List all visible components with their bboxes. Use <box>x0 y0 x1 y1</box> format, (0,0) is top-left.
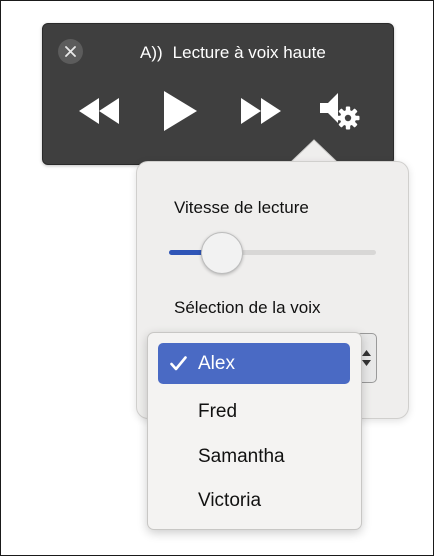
play-button[interactable] <box>158 88 202 134</box>
chevron-up-icon <box>362 350 371 356</box>
voice-settings-button[interactable] <box>315 87 365 135</box>
voice-option-label: Victoria <box>198 489 262 511</box>
fast-forward-icon <box>241 98 281 124</box>
speed-label: Vitesse de lecture <box>174 198 309 217</box>
voice-option-alex[interactable]: Alex <box>158 343 350 384</box>
voice-option-label: Samantha <box>198 445 285 467</box>
speaker-settings-icon <box>320 93 360 130</box>
checkmark-icon <box>158 356 198 371</box>
voice-option-samantha[interactable]: Samantha <box>158 436 350 477</box>
slider-thumb[interactable] <box>200 232 243 274</box>
read-aloud-player: A)) Lecture à voix haute <box>42 23 394 165</box>
rewind-icon <box>79 98 119 124</box>
chevron-down-icon <box>362 360 371 366</box>
read-aloud-icon: A)) <box>140 43 163 62</box>
rewind-button[interactable] <box>73 94 125 128</box>
player-title: A)) Lecture à voix haute <box>140 42 326 64</box>
voice-option-victoria[interactable]: Victoria <box>158 480 350 521</box>
voice-label: Sélection de la voix <box>174 298 321 317</box>
fast-forward-button[interactable] <box>235 94 287 128</box>
speed-slider[interactable] <box>169 232 377 274</box>
voice-option-label: Alex <box>198 352 235 374</box>
play-icon <box>164 91 197 131</box>
voice-dropdown-menu: Alex Fred Samantha Victoria <box>147 332 362 530</box>
close-icon <box>65 46 76 57</box>
voice-option-fred[interactable]: Fred <box>158 391 350 432</box>
player-title-text: Lecture à voix haute <box>172 43 326 62</box>
voice-option-label: Fred <box>198 400 238 422</box>
close-button[interactable] <box>58 39 83 64</box>
window-frame: A)) Lecture à voix haute Vitesse de lect… <box>0 0 434 556</box>
